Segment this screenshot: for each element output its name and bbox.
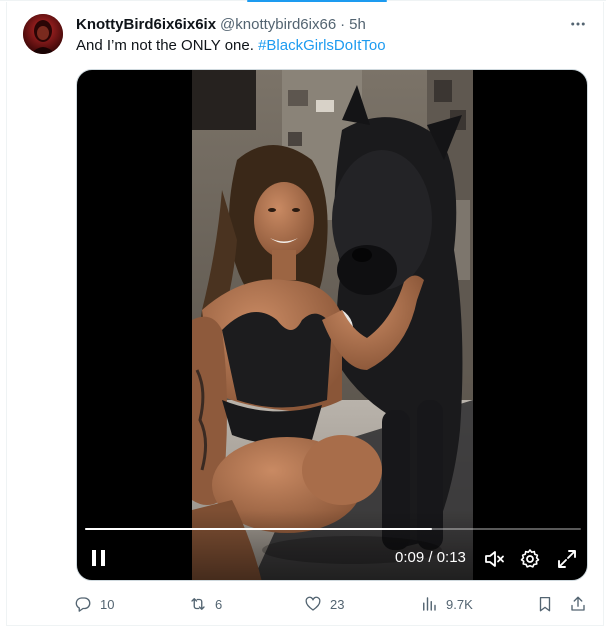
hashtag-link[interactable]: #BlackGirlsDoItToo	[258, 37, 386, 54]
muted-speaker-icon	[485, 551, 504, 567]
avatar[interactable]	[23, 14, 63, 54]
author-handle[interactable]: @knottybird6ix66	[220, 16, 336, 33]
author-name[interactable]: KnottyBird6ix6ix6ix	[76, 16, 216, 33]
share-icon	[571, 596, 585, 611]
repost-icon	[191, 598, 205, 610]
mute-button[interactable]	[483, 547, 507, 571]
reply-icon	[75, 597, 91, 612]
reply-count: 10	[100, 596, 115, 612]
tweet-action-bar: 10 6 23 9.7K	[0, 590, 606, 618]
like-button[interactable]: 23	[304, 590, 344, 618]
tweet-text-body: And I’m not the ONLY one.	[76, 37, 254, 54]
pause-icon	[92, 550, 105, 566]
heart-icon	[305, 596, 321, 611]
fullscreen-icon	[558, 550, 576, 568]
more-icon	[571, 22, 585, 26]
controls-overlay	[77, 510, 587, 580]
reply-button[interactable]: 10	[74, 590, 114, 618]
fullscreen-button[interactable]	[555, 547, 579, 571]
gear-icon	[520, 549, 540, 568]
video-progress-fill	[85, 528, 433, 530]
bookmark-button[interactable]	[536, 590, 554, 618]
video-still-image	[192, 70, 473, 580]
pause-button[interactable]	[87, 546, 111, 570]
share-button[interactable]	[569, 590, 587, 618]
settings-button[interactable]	[518, 547, 542, 571]
bookmark-icon	[539, 596, 551, 612]
video-player[interactable]: 0:09 / 0:13	[76, 69, 588, 581]
tweet-header: KnottyBird6ix6ix6ix @knottybird6ix66 · 5…	[76, 14, 366, 34]
more-button[interactable]	[566, 14, 590, 34]
video-frame[interactable]	[192, 70, 473, 580]
video-progress-bar[interactable]	[85, 528, 581, 530]
views-icon	[423, 597, 436, 611]
views-count: 9.7K	[446, 596, 473, 612]
repost-count: 6	[215, 596, 223, 612]
video-timecode: 0:09 / 0:13	[395, 549, 466, 566]
avatar-image	[23, 14, 63, 54]
repost-button[interactable]: 6	[189, 590, 222, 618]
tweet-text: And I’m not the ONLY one. #BlackGirlsDoI…	[76, 36, 386, 56]
timestamp[interactable]: 5h	[349, 16, 366, 33]
views-button[interactable]: 9.7K	[420, 590, 473, 618]
separator-dot: ·	[340, 15, 346, 33]
like-count: 23	[330, 596, 345, 612]
